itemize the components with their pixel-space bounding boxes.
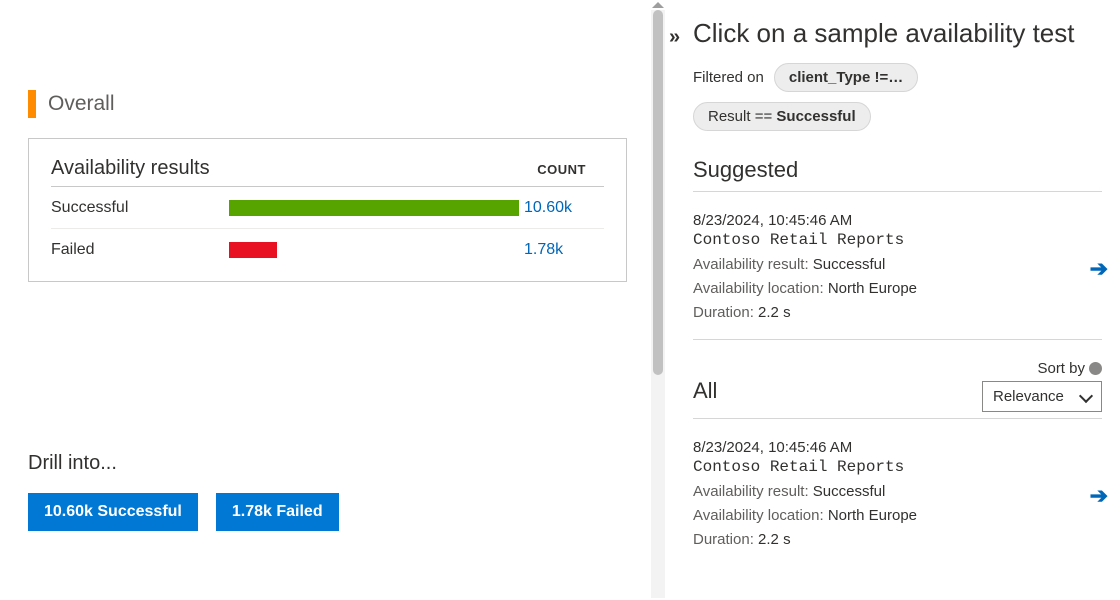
sample-item[interactable]: 8/23/2024, 10:45:46 AM Contoso Retail Re… xyxy=(693,433,1102,566)
result-value: Successful xyxy=(813,483,886,500)
result-count-link[interactable]: 1.78k xyxy=(524,241,604,259)
accent-bar xyxy=(28,90,36,118)
sample-timestamp: 8/23/2024, 10:45:46 AM xyxy=(693,439,1102,456)
divider xyxy=(693,418,1102,419)
bar-successful xyxy=(229,200,519,216)
collapse-icon[interactable]: » xyxy=(669,26,680,49)
sort-control: Sort by Relevance xyxy=(982,360,1102,412)
result-count-link[interactable]: 10.60k xyxy=(524,199,604,217)
sample-name: Contoso Retail Reports xyxy=(693,231,1102,249)
filter-chip-client-type[interactable]: client_Type !=… xyxy=(774,63,918,92)
filtered-on-label: Filtered on xyxy=(693,69,764,86)
result-key: Availability result: xyxy=(693,256,809,273)
location-key: Availability location: xyxy=(693,280,824,297)
all-heading: All xyxy=(693,378,717,404)
location-key: Availability location: xyxy=(693,507,824,524)
sample-timestamp: 8/23/2024, 10:45:46 AM xyxy=(693,212,1102,229)
info-icon[interactable] xyxy=(1089,362,1102,375)
result-row-successful: Successful 10.60k xyxy=(51,187,604,229)
section-title: Overall xyxy=(48,92,115,116)
scroll-thumb[interactable] xyxy=(653,10,663,375)
sample-item[interactable]: 8/23/2024, 10:45:46 AM Contoso Retail Re… xyxy=(693,206,1102,340)
availability-results-card: Availability results COUNT Successful 10… xyxy=(28,138,627,282)
samples-panel: » Click on a sample availability test Fi… xyxy=(667,0,1120,600)
filter-chip-result[interactable]: Result == Successful xyxy=(693,102,871,131)
scrollbar[interactable] xyxy=(649,0,667,600)
drill-into-label: Drill into... xyxy=(28,452,655,475)
drill-successful-button[interactable]: 10.60k Successful xyxy=(28,493,198,531)
bar-cell xyxy=(229,200,524,216)
duration-key: Duration: xyxy=(693,531,754,548)
location-value: North Europe xyxy=(828,507,917,524)
drill-buttons: 10.60k Successful 1.78k Failed xyxy=(28,493,655,531)
arrow-right-icon[interactable]: ➔ xyxy=(1090,256,1108,282)
bar-cell xyxy=(229,242,524,258)
sort-by-label: Sort by xyxy=(1037,360,1102,377)
result-row-failed: Failed 1.78k xyxy=(51,229,604,271)
scroll-up-icon[interactable] xyxy=(652,2,664,8)
card-header-row: Availability results COUNT xyxy=(51,157,604,187)
sort-dropdown[interactable]: Relevance xyxy=(982,381,1102,412)
scroll-track[interactable] xyxy=(651,10,665,598)
section-header: Overall xyxy=(28,90,655,118)
location-value: North Europe xyxy=(828,280,917,297)
drill-failed-button[interactable]: 1.78k Failed xyxy=(216,493,339,531)
result-key: Availability result: xyxy=(693,483,809,500)
bar-failed xyxy=(229,242,277,258)
filter-row: Filtered on client_Type !=… Result == Su… xyxy=(693,63,1102,131)
arrow-right-icon[interactable]: ➔ xyxy=(1090,483,1108,509)
count-column-header: COUNT xyxy=(537,162,586,177)
panel-title: Click on a sample availability test xyxy=(693,18,1102,49)
suggested-heading: Suggested xyxy=(693,157,1102,183)
result-value: Successful xyxy=(813,256,886,273)
result-label: Successful xyxy=(51,199,229,217)
duration-key: Duration: xyxy=(693,304,754,321)
all-header-row: All Sort by Relevance xyxy=(693,360,1102,412)
duration-value: 2.2 s xyxy=(758,531,791,548)
card-title: Availability results xyxy=(51,157,210,180)
sample-name: Contoso Retail Reports xyxy=(693,458,1102,476)
result-label: Failed xyxy=(51,241,229,259)
divider xyxy=(693,191,1102,192)
duration-value: 2.2 s xyxy=(758,304,791,321)
drill-into-section: Drill into... 10.60k Successful 1.78k Fa… xyxy=(28,452,655,531)
overview-panel: Overall Availability results COUNT Succe… xyxy=(0,0,655,600)
